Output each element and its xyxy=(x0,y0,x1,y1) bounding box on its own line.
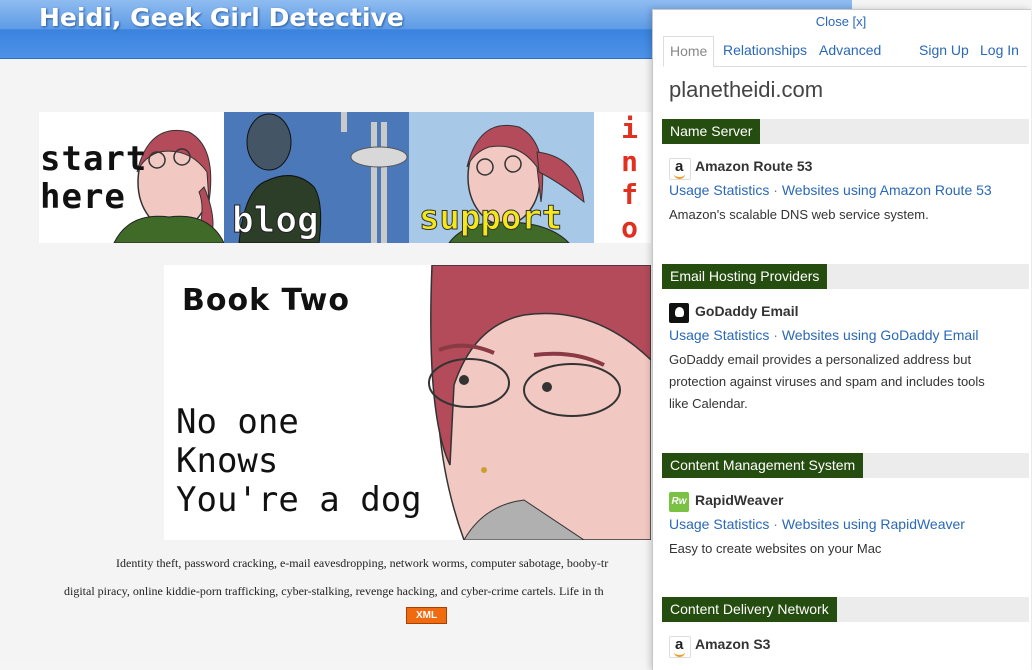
tech-name-link[interactable]: Amazon S3 xyxy=(695,636,770,652)
xml-feed-badge[interactable]: XML xyxy=(406,607,447,624)
tech-links: Usage Statistics · Websites using RapidW… xyxy=(669,516,1029,532)
nav-label-blog: blog xyxy=(232,200,320,242)
sign-up-link[interactable]: Sign Up xyxy=(919,36,969,65)
section-label: Email Hosting Providers xyxy=(662,264,828,289)
amazon-icon xyxy=(669,636,691,658)
websites-using-link[interactable]: Websites using Amazon Route 53 xyxy=(782,182,992,198)
nav-label-support: support xyxy=(418,198,563,239)
nav-tile-info[interactable]: info xyxy=(594,112,651,243)
tech-row: Amazon Route 53 xyxy=(662,156,1029,180)
section-label: Name Server xyxy=(662,119,761,144)
tech-links: Usage Statistics · Websites using GoDadd… xyxy=(669,327,1029,343)
section-header: Content Delivery Network xyxy=(662,597,1029,622)
site-title[interactable]: Heidi, Geek Girl Detective xyxy=(39,3,404,32)
tab-relationships[interactable]: Relationships xyxy=(723,36,807,65)
section-cdn: Content Delivery Network Amazon S3 xyxy=(662,597,1029,658)
section-label: Content Management System xyxy=(662,453,864,478)
godaddy-icon xyxy=(669,303,689,323)
link-separator: · xyxy=(773,327,778,343)
section-header: Name Server xyxy=(662,119,1029,144)
websites-using-link[interactable]: Websites using RapidWeaver xyxy=(782,516,965,532)
section-label: Content Delivery Network xyxy=(662,597,837,622)
section-name-server: Name Server Amazon Route 53 Usage Statis… xyxy=(662,119,1029,226)
usage-statistics-link[interactable]: Usage Statistics xyxy=(669,182,769,198)
tech-row: GoDaddy Email xyxy=(662,301,1029,325)
usage-statistics-link[interactable]: Usage Statistics xyxy=(669,516,769,532)
rapidweaver-icon: Rw xyxy=(669,492,689,512)
tech-lookup-panel: Close [x] Home Relationships Advanced Si… xyxy=(652,9,1031,670)
section-header: Email Hosting Providers xyxy=(662,264,1029,289)
panel-tab-bar: Home Relationships Advanced Sign Up Log … xyxy=(663,36,1027,67)
link-separator: · xyxy=(773,516,778,532)
section-cms: Content Management System Rw RapidWeaver… xyxy=(662,453,1029,560)
book-title: Book Two xyxy=(182,283,350,318)
tech-name-link[interactable]: RapidWeaver xyxy=(695,492,783,508)
section-header: Content Management System xyxy=(662,453,1029,478)
tech-row: Amazon S3 xyxy=(662,634,1029,658)
site-blurb-line-1: Identity theft, password cracking, e-mai… xyxy=(116,556,609,570)
tab-home[interactable]: Home xyxy=(663,36,715,67)
tech-links: Usage Statistics · Websites using Amazon… xyxy=(669,182,1029,198)
site-nav-strip: start here blog support info xyxy=(39,112,651,243)
tab-advanced[interactable]: Advanced xyxy=(819,36,881,65)
site-blurb-line-2: digital piracy, online kiddie-porn traff… xyxy=(64,584,604,598)
tech-name-link[interactable]: GoDaddy Email xyxy=(695,303,798,319)
nav-label-start-here: start here xyxy=(40,139,148,217)
amazon-icon xyxy=(669,158,691,180)
tech-description: GoDaddy email provides a personalized ad… xyxy=(669,352,985,411)
websites-using-link[interactable]: Websites using GoDaddy Email xyxy=(782,327,979,343)
tech-description: Amazon's scalable DNS web service system… xyxy=(669,207,929,222)
tech-description: Easy to create websites on your Mac xyxy=(669,541,882,556)
log-in-link[interactable]: Log In xyxy=(980,36,1019,65)
nav-tile-start-here[interactable]: start here xyxy=(39,112,224,243)
book-tagline: No one Knows You're a dog xyxy=(176,402,422,520)
nav-tile-support[interactable]: support xyxy=(409,112,594,243)
usage-statistics-link[interactable]: Usage Statistics xyxy=(669,327,769,343)
nav-label-info: info xyxy=(613,112,646,243)
section-email-hosting: Email Hosting Providers GoDaddy Email Us… xyxy=(662,264,1029,415)
tech-row: Rw RapidWeaver xyxy=(662,490,1029,514)
link-separator: · xyxy=(773,182,778,198)
domain-title: planetheidi.com xyxy=(669,77,824,102)
book-two-banner[interactable]: Book Two No one Knows You're a dog xyxy=(164,265,651,540)
close-panel-link[interactable]: Close [x] xyxy=(653,14,1029,29)
nav-tile-blog[interactable]: blog xyxy=(224,112,409,243)
tech-name-link[interactable]: Amazon Route 53 xyxy=(695,158,812,174)
